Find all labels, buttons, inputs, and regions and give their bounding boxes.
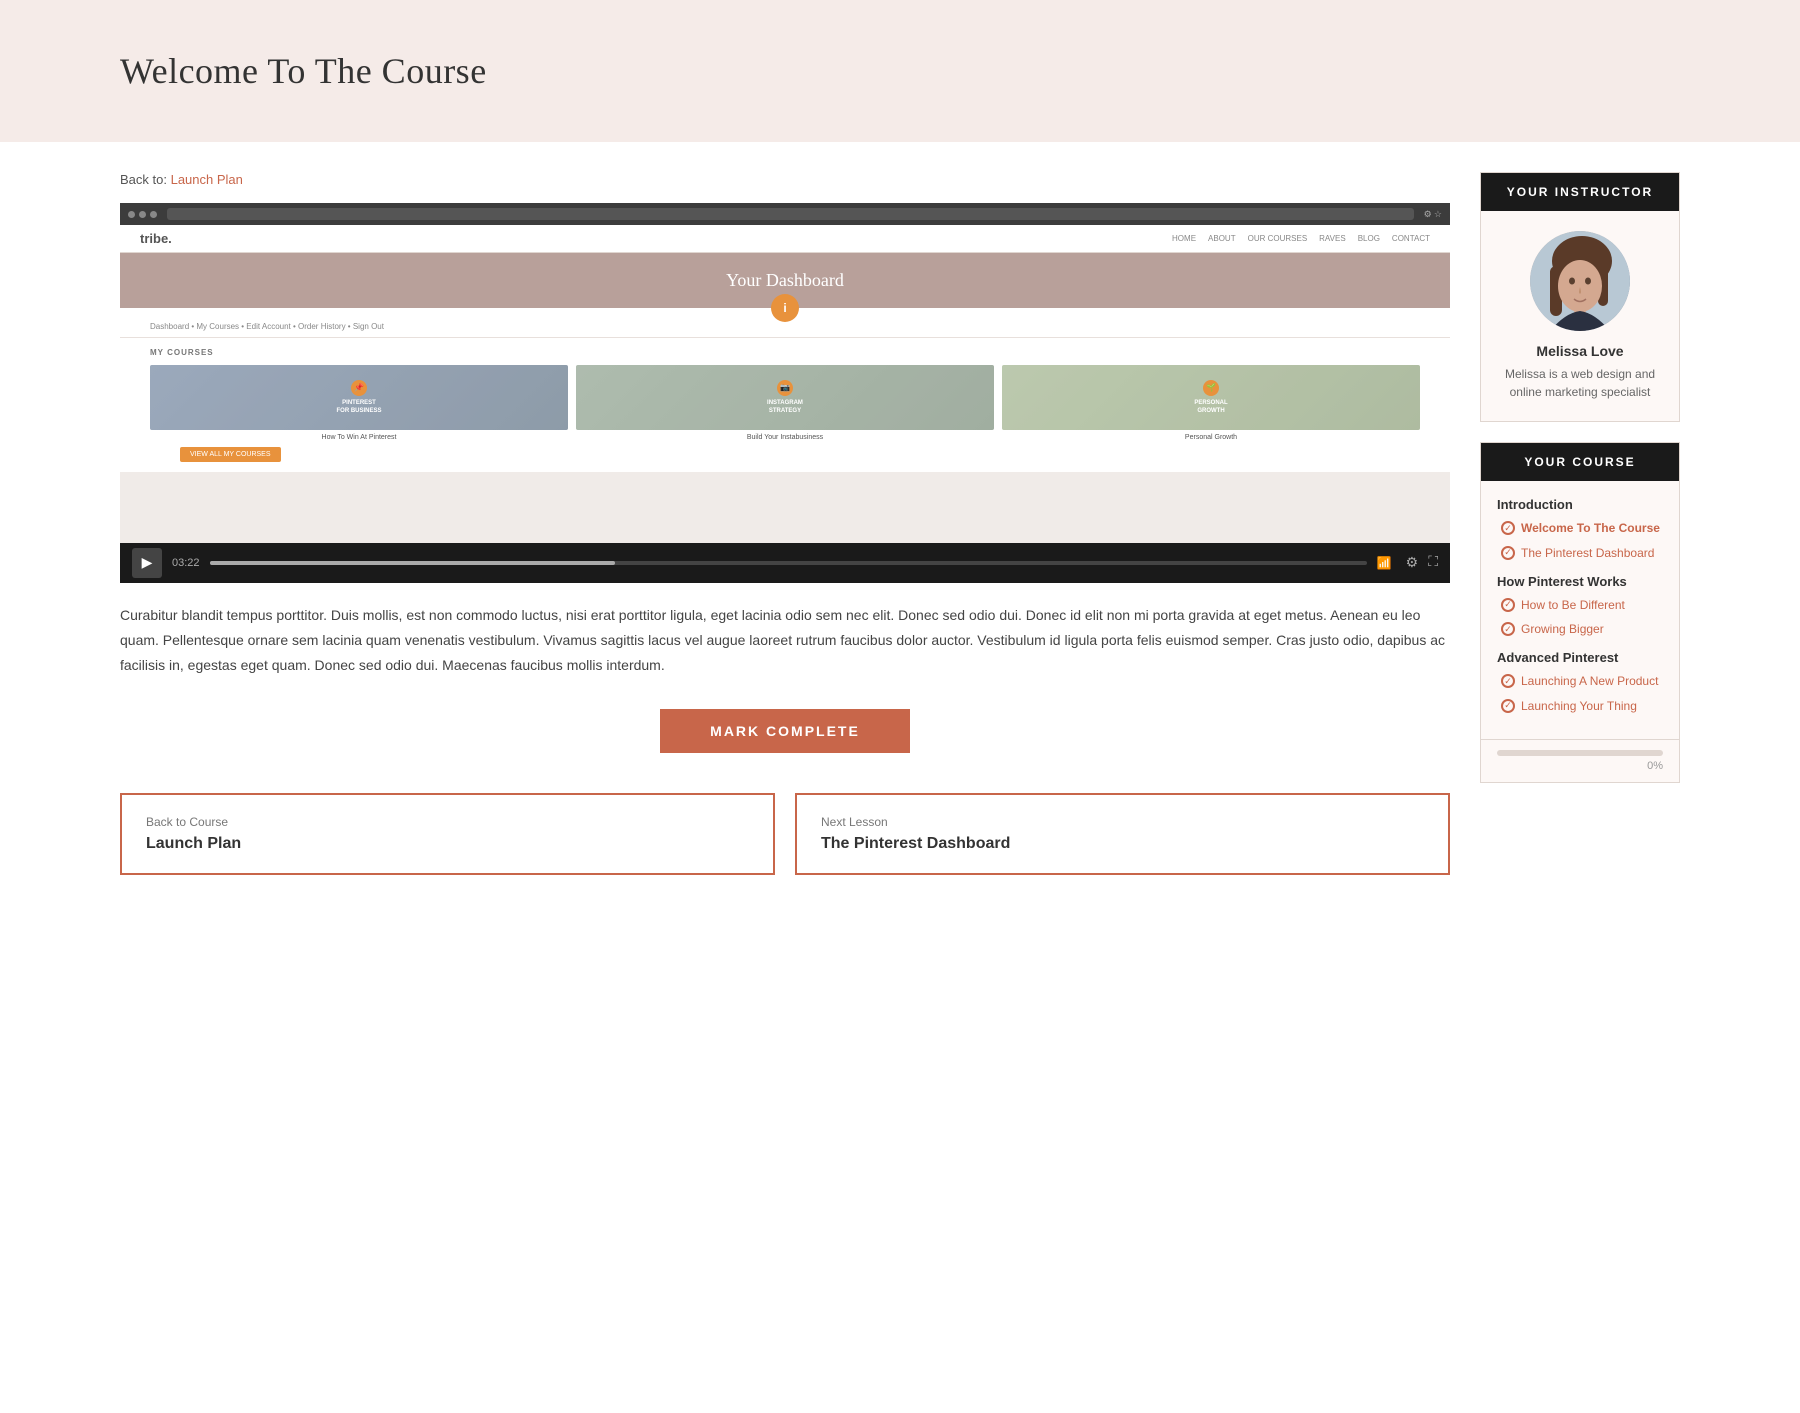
dash-course-card-2: 🌱 PERSONALGROWTH <box>1002 365 1420 430</box>
check-icon-1-0: ✓ <box>1501 598 1515 612</box>
dash-course-col-2: 🌱 PERSONALGROWTH Personal Growth <box>1002 365 1420 441</box>
instructor-avatar <box>1530 231 1630 331</box>
video-time: 03:22 <box>172 557 200 569</box>
section-title-1: How Pinterest Works <box>1497 574 1663 589</box>
instructor-body: Melissa Love Melissa is a web design and… <box>1481 211 1679 421</box>
nav-next-title: The Pinterest Dashboard <box>821 835 1424 853</box>
nav-card-back[interactable]: Back to Course Launch Plan <box>120 793 775 875</box>
browser-dot-1 <box>128 211 135 218</box>
dash-course-card-1: 📷 INSTAGRAMSTRATEGY <box>576 365 994 430</box>
check-icon-0-1: ✓ <box>1501 546 1515 560</box>
dash-course-title-2: Personal Growth <box>1002 434 1420 441</box>
dash-courses-section: MY COURSES 📌 PINTERESTFOR BUSINESS How T… <box>120 338 1450 472</box>
page-title: Welcome To The Course <box>120 50 1680 92</box>
video-progress-bar[interactable] <box>210 561 1367 565</box>
lesson-title-2-0[interactable]: Launching A New Product <box>1521 673 1658 690</box>
progress-label: 0% <box>1497 760 1663 772</box>
dash-course-title-0: How To Win At Pinterest <box>150 434 568 441</box>
browser-icons: ⚙ ☆ <box>1424 209 1442 220</box>
dash-courses-grid: 📌 PINTERESTFOR BUSINESS How To Win At Pi… <box>150 365 1420 441</box>
check-icon-1-1: ✓ <box>1501 622 1515 636</box>
check-icon-2-1: ✓ <box>1501 699 1515 713</box>
settings-icon[interactable]: ⚙ <box>1406 555 1419 572</box>
lesson-text: Curabitur blandit tempus porttitor. Duis… <box>120 603 1450 679</box>
mark-complete-button[interactable]: MARK COMPLETE <box>660 709 910 753</box>
dash-hero-badge: i <box>771 294 799 322</box>
video-controls: ▶ 03:22 📶 ⚙ ⛶ <box>120 543 1450 583</box>
dash-logo: tribe. <box>140 231 172 246</box>
back-link: Back to: Launch Plan <box>120 172 1450 187</box>
dash-course-col-1: 📷 INSTAGRAMSTRATEGY Build Your Instabusi… <box>576 365 994 441</box>
lesson-title-1-0[interactable]: How to Be Different <box>1521 597 1625 614</box>
lesson-title-0-1[interactable]: The Pinterest Dashboard <box>1521 545 1654 562</box>
instructor-box: YOUR INSTRUCTOR <box>1480 172 1680 422</box>
progress-section: 0% <box>1481 739 1679 782</box>
dash-course-card-0: 📌 PINTERESTFOR BUSINESS <box>150 365 568 430</box>
video-container: ⚙ ☆ tribe. HOME ABOUT OUR COURSES RAVES … <box>120 203 1450 583</box>
avatar-svg <box>1530 231 1630 331</box>
fullscreen-icon[interactable]: ⛶ <box>1428 555 1438 571</box>
lesson-item-2-1[interactable]: ✓ Launching Your Thing <box>1497 698 1663 715</box>
lesson-item-1-0[interactable]: ✓ How to Be Different <box>1497 597 1663 614</box>
dash-course-col-0: 📌 PINTERESTFOR BUSINESS How To Win At Pi… <box>150 365 568 441</box>
dash-view-all-btn[interactable]: VIEW ALL MY COURSES <box>180 447 281 462</box>
volume-icon[interactable]: 📶 <box>1377 556 1392 571</box>
nav-next-label: Next Lesson <box>821 815 1424 829</box>
course-icon-2: 🌱 <box>1203 380 1219 396</box>
content-area: Back to: Launch Plan ⚙ ☆ tribe. <box>120 172 1450 875</box>
play-button[interactable]: ▶ <box>132 548 162 578</box>
browser-url <box>167 208 1414 220</box>
lesson-title-0-0[interactable]: Welcome To The Course <box>1521 520 1660 537</box>
instructor-bio: Melissa is a web design and online marke… <box>1501 365 1659 401</box>
lesson-title-1-1[interactable]: Growing Bigger <box>1521 621 1604 638</box>
section-title-2: Advanced Pinterest <box>1497 650 1663 665</box>
check-icon-2-0: ✓ <box>1501 674 1515 688</box>
play-icon: ▶ <box>142 555 153 572</box>
course-header: YOUR COURSE <box>1481 443 1679 481</box>
back-link-prefix: Back to: <box>120 172 167 187</box>
nav-back-label: Back to Course <box>146 815 749 829</box>
lesson-title-2-1[interactable]: Launching Your Thing <box>1521 698 1637 715</box>
dash-menu-items: Dashboard • My Courses • Edit Account • … <box>150 322 384 331</box>
lesson-item-2-0[interactable]: ✓ Launching A New Product <box>1497 673 1663 690</box>
back-link-anchor[interactable]: Launch Plan <box>171 172 243 187</box>
course-icon-0: 📌 <box>351 380 367 396</box>
course-box: YOUR COURSE Introduction ✓ Welcome To Th… <box>1480 442 1680 783</box>
sidebar: YOUR INSTRUCTOR <box>1480 172 1680 875</box>
instructor-header: YOUR INSTRUCTOR <box>1481 173 1679 211</box>
dash-courses-label: MY COURSES <box>150 348 1420 357</box>
dash-nav-links: HOME ABOUT OUR COURSES RAVES BLOG CONTAC… <box>1172 234 1430 243</box>
dash-hero: Your Dashboard i <box>120 253 1450 308</box>
lesson-item-1-1[interactable]: ✓ Growing Bigger <box>1497 621 1663 638</box>
browser-dot-2 <box>139 211 146 218</box>
nav-cards: Back to Course Launch Plan Next Lesson T… <box>120 793 1450 875</box>
check-icon-0-0: ✓ <box>1501 521 1515 535</box>
instructor-name: Melissa Love <box>1536 343 1623 359</box>
page-header: Welcome To The Course <box>0 0 1800 142</box>
nav-card-next[interactable]: Next Lesson The Pinterest Dashboard <box>795 793 1450 875</box>
browser-bar: ⚙ ☆ <box>120 203 1450 225</box>
lesson-item-0-1[interactable]: ✓ The Pinterest Dashboard <box>1497 545 1663 562</box>
dash-hero-title: Your Dashboard <box>726 270 844 291</box>
nav-back-title: Launch Plan <box>146 835 749 853</box>
progress-bar <box>1497 750 1663 756</box>
course-body: Introduction ✓ Welcome To The Course ✓ T… <box>1481 481 1679 739</box>
lesson-item-0-0[interactable]: ✓ Welcome To The Course <box>1497 520 1663 537</box>
course-icon-1: 📷 <box>777 380 793 396</box>
dashboard-screenshot: ⚙ ☆ tribe. HOME ABOUT OUR COURSES RAVES … <box>120 203 1450 543</box>
dash-course-title-1: Build Your Instabusiness <box>576 434 994 441</box>
video-progress-fill <box>210 561 615 565</box>
dash-nav: tribe. HOME ABOUT OUR COURSES RAVES BLOG… <box>120 225 1450 253</box>
section-title-0: Introduction <box>1497 497 1663 512</box>
main-layout: Back to: Launch Plan ⚙ ☆ tribe. <box>0 172 1800 935</box>
browser-dot-3 <box>150 211 157 218</box>
